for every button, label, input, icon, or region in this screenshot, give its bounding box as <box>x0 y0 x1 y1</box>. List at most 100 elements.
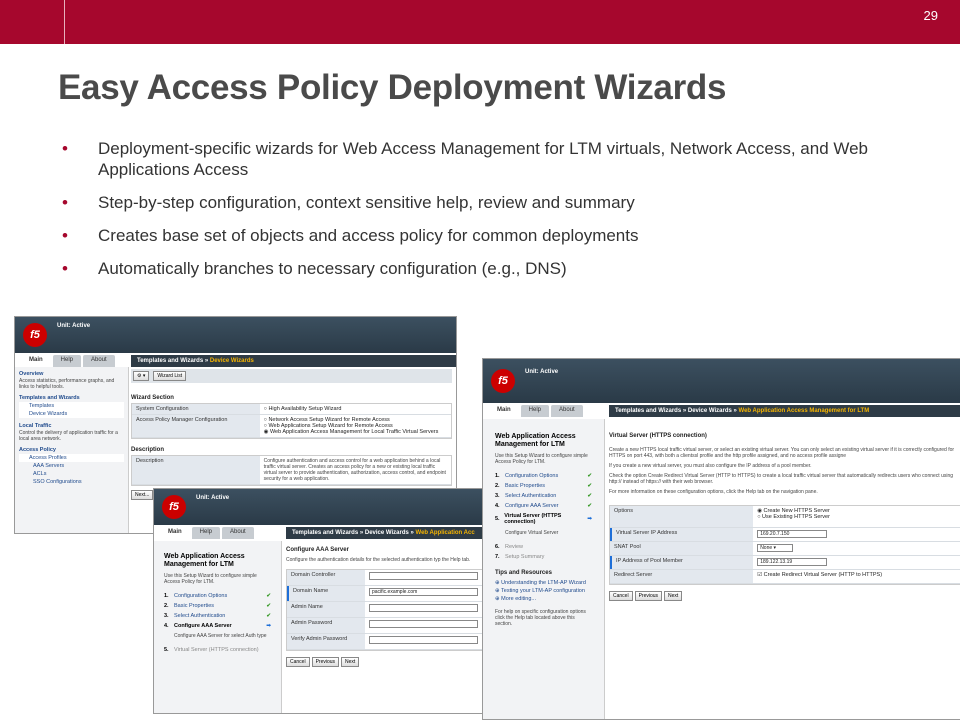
virtual-server-form: Options ◉ Create New HTTPS Server ○ Use … <box>609 505 960 585</box>
previous-button[interactable]: Previous <box>311 657 340 667</box>
radio-selected-icon[interactable]: ◉ <box>264 429 269 435</box>
step-number: 2. <box>164 603 169 609</box>
wizard-description: Use this Setup Wizard to configure simpl… <box>495 453 588 465</box>
step-sub-label: Configure Virtual Server <box>505 530 559 536</box>
breadcrumb-templates[interactable]: Templates and Wizards » <box>615 408 686 414</box>
breadcrumb-device-wizards[interactable]: Device Wizards » <box>688 408 737 414</box>
radio-icon[interactable]: ○ <box>757 514 760 520</box>
sidebar: Overview Access statistics, performance … <box>15 367 129 533</box>
snat-value: None <box>760 545 773 551</box>
tip-link[interactable]: ⊕ Understanding the LTM-AP Wizard <box>495 579 592 587</box>
sidebar-item-access-policy[interactable]: Access Policy <box>19 446 124 454</box>
step-number: 3. <box>495 493 500 499</box>
sidebar-item-acls[interactable]: ACLs <box>19 470 124 478</box>
cancel-button[interactable]: Cancel <box>286 657 310 667</box>
checkmark-icon: ✔ <box>587 473 592 479</box>
checkmark-icon: ✔ <box>587 483 592 489</box>
tab-about[interactable]: About <box>83 355 115 367</box>
table-row: Description Configure authentication and… <box>132 456 451 485</box>
tab-help[interactable]: Help <box>520 405 550 417</box>
domain-name-label: Domain Name <box>287 586 365 601</box>
section-heading: Configure AAA Server <box>286 547 349 553</box>
bullet-item: Automatically branches to necessary conf… <box>62 258 922 279</box>
table-row: System Configuration ○ High Availability… <box>132 404 451 415</box>
vip-label: Virtual Server IP Address <box>610 528 754 541</box>
wizard-step[interactable]: 1. Configuration Options ✔ <box>164 591 271 601</box>
checkmark-icon: ✔ <box>266 593 271 599</box>
admin-password-input[interactable] <box>369 620 478 628</box>
verify-password-input[interactable] <box>369 636 478 644</box>
radio-icon[interactable]: ○ <box>264 406 267 412</box>
checkmark-icon: ✔ <box>266 603 271 609</box>
form-buttons: Cancel Previous Next <box>609 591 960 601</box>
step-label: Select Authentication <box>505 493 557 499</box>
step-number: 1. <box>164 593 169 599</box>
sidebar-item-sso-configurations[interactable]: SSO Configurations <box>19 478 124 486</box>
redirect-label: Redirect Server <box>610 570 754 583</box>
checkbox-checked-icon[interactable]: ☑ <box>757 572 762 578</box>
next-button[interactable]: Next <box>664 591 683 601</box>
wizard-step[interactable]: 3. Select Authentication ✔ <box>164 611 271 621</box>
previous-button[interactable]: Previous <box>634 591 663 601</box>
admin-name-label: Admin Name <box>287 602 365 617</box>
tip-link[interactable]: ⊕ More editing... <box>495 595 592 603</box>
checkmark-icon: ✔ <box>587 493 592 499</box>
vip-input[interactable]: 169.20.7.150 <box>757 530 828 538</box>
redirect-option: Create Redirect Virtual Server (HTTP to … <box>763 572 883 578</box>
pool-member-input[interactable]: 189.122.13.19 <box>757 558 828 566</box>
link-icon: ⊕ <box>495 596 500 602</box>
gear-icon[interactable]: ⚙ ▾ <box>133 371 150 381</box>
tab-help[interactable]: Help <box>52 355 82 367</box>
nav-tabs: Main Help About <box>21 355 115 367</box>
step-number: 7. <box>495 554 500 560</box>
next-button[interactable]: Next <box>341 657 360 667</box>
wizard-step[interactable]: 2. Basic Properties ✔ <box>495 481 592 491</box>
unit-status: Unit: Active <box>57 323 91 329</box>
wizard-list-button[interactable]: Wizard List <box>153 371 187 381</box>
sidebar-item-aaa-servers[interactable]: AAA Servers <box>19 462 124 470</box>
tab-about[interactable]: About <box>222 527 254 539</box>
cancel-button[interactable]: Cancel <box>609 591 633 601</box>
sidebar-item-local-traffic[interactable]: Local Traffic <box>19 422 124 430</box>
sidebar-item-device-wizards[interactable]: Device Wizards <box>19 410 124 418</box>
tab-about[interactable]: About <box>551 405 583 417</box>
sidebar-item-templates[interactable]: Templates <box>19 402 124 410</box>
tips-heading: Tips and Resources <box>495 570 552 576</box>
wizard-step[interactable]: 1. Configuration Options ✔ <box>495 471 592 481</box>
breadcrumb-device-wizards[interactable]: Device Wizards » <box>365 530 414 536</box>
tab-main[interactable]: Main <box>489 405 519 417</box>
step-label: Virtual Server (HTTPS connection) <box>504 513 562 525</box>
help-text: For help on specific configuration optio… <box>495 609 586 627</box>
breadcrumb: Templates and Wizards » Device Wizards »… <box>609 405 960 417</box>
domain-controller-input[interactable] <box>369 572 478 580</box>
tab-main[interactable]: Main <box>160 527 190 539</box>
form-row: SNAT Pool None ▾ <box>610 542 960 556</box>
screenshot-virtual-server: f5 Unit: Active Main Help About Template… <box>482 358 960 720</box>
breadcrumb-templates[interactable]: Templates and Wizards » <box>292 530 363 536</box>
tip-link[interactable]: ⊕ Testing your LTM-AP configuration <box>495 587 592 595</box>
tab-help[interactable]: Help <box>191 527 221 539</box>
sidebar-item-templates-wizards[interactable]: Templates and Wizards <box>19 394 124 402</box>
option-use-existing: Use Existing HTTPS Server <box>762 514 830 520</box>
sidebar-item-access-profiles[interactable]: Access Profiles <box>19 454 124 462</box>
bullet-item: Deployment-specific wizards for Web Acce… <box>62 138 922 180</box>
wizard-step[interactable]: 3. Select Authentication ✔ <box>495 491 592 501</box>
breadcrumb-current: Web Application Access Management for LT… <box>738 408 870 414</box>
sidebar-item-overview[interactable]: Overview <box>19 370 124 378</box>
slide-title: Easy Access Policy Deployment Wizards <box>58 68 727 107</box>
wizard-step[interactable]: 2. Basic Properties ✔ <box>164 601 271 611</box>
domain-name-input[interactable]: pacific.example.com <box>369 588 478 596</box>
main-content: Virtual Server (HTTPS connection) Create… <box>609 433 960 719</box>
breadcrumb-device-wizards[interactable]: Device Wizards <box>210 358 254 364</box>
wizard-step-current[interactable]: 4. Configure AAA Server ➡ <box>164 621 271 631</box>
next-button[interactable]: Next... <box>131 490 154 500</box>
tab-main[interactable]: Main <box>21 355 51 367</box>
step-label: Configure AAA Server <box>505 503 559 509</box>
admin-name-input[interactable] <box>369 604 478 612</box>
breadcrumb-templates[interactable]: Templates and Wizards » <box>137 358 208 364</box>
wizard-step-current[interactable]: 5. Virtual Server (HTTPS connection) ➡ <box>495 511 592 527</box>
description-section-heading: Description <box>131 447 165 453</box>
snat-select[interactable]: None ▾ <box>757 544 794 552</box>
wizard-step[interactable]: 4. Configure AAA Server ✔ <box>495 501 592 511</box>
form-buttons: Cancel Previous Next <box>286 657 483 667</box>
